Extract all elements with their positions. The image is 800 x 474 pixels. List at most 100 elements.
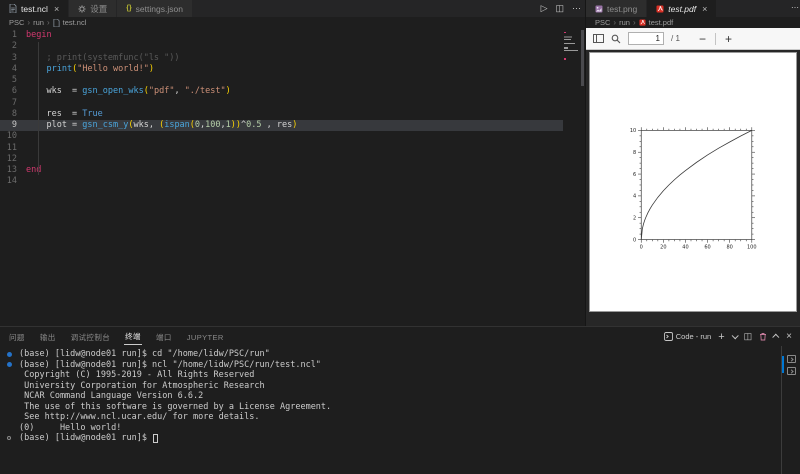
close-panel-icon[interactable]: × <box>786 331 792 342</box>
tab-test-ncl[interactable]: test.ncl × <box>0 0 69 17</box>
code-line[interactable]: 7 <box>0 98 563 109</box>
panel-header: 问题 输出 调试控制台 终端 端口 JUPYTER Code - run + ◫… <box>0 327 800 346</box>
terminal-output-line: (0) Hello world! <box>6 423 781 434</box>
tabbar-right: test.png test.pdf × ⋯ <box>586 0 800 17</box>
editor-group-left: test.ncl × 设置 {} settings.json ▷ ◫ ⋯ <box>0 0 586 326</box>
panel-tab-problems[interactable]: 问题 <box>8 329 26 345</box>
editor-group-right: test.png test.pdf × ⋯ PSC › run › test.p… <box>586 0 800 326</box>
terminal-output-line: Copyright (C) 1995-2019 - All Rights Res… <box>6 370 781 381</box>
panel-tab-jupyter[interactable]: JUPYTER <box>186 330 225 344</box>
terminal-prompt-line: (base) [lidw@node01 run]$ <box>6 433 781 444</box>
command-status-dot <box>7 352 12 357</box>
chevron-down-icon[interactable] <box>731 332 738 339</box>
panel-tab-output[interactable]: 输出 <box>39 329 57 345</box>
page-number-input[interactable] <box>628 32 664 45</box>
editor-scrollbar[interactable] <box>580 28 585 326</box>
json-icon: {} <box>126 5 131 12</box>
bottom-panel: 问题 输出 调试控制台 终端 端口 JUPYTER Code - run + ◫… <box>0 326 800 474</box>
scrollbar-slider[interactable] <box>581 30 584 86</box>
svg-text:2: 2 <box>633 216 636 222</box>
terminal-output[interactable]: (base) [lidw@node01 run]$ cd "/home/lidw… <box>0 346 781 474</box>
tab-label: settings.json <box>136 4 183 14</box>
tab-settings[interactable]: 设置 <box>69 0 117 17</box>
breadcrumb-item[interactable]: run <box>33 18 44 27</box>
svg-text:60: 60 <box>704 245 710 251</box>
editor-actions: ▷ ◫ ⋯ <box>541 0 581 17</box>
pdf-viewer[interactable]: 0204060801000246810 <box>586 50 800 326</box>
ncl-sqrt-plot: 0204060801000246810 <box>590 53 796 311</box>
terminal-selection-bar <box>782 356 784 373</box>
run-icon[interactable]: ▷ <box>541 3 548 14</box>
code-editor[interactable]: 1begin23 ; print(systemfunc("ls "))4 pri… <box>0 28 585 326</box>
more-actions-icon[interactable]: ⋯ <box>572 3 581 14</box>
close-icon[interactable]: × <box>54 4 59 14</box>
panel-tab-debug-console[interactable]: 调试控制台 <box>70 329 112 345</box>
tab-label: test.ncl <box>21 4 48 14</box>
split-editor-icon[interactable]: ◫ <box>555 3 564 14</box>
code-line[interactable]: 9 plot = gsn_csm_y(wks, (ispan(0,100,1))… <box>0 120 563 131</box>
tab-label: test.png <box>607 4 637 14</box>
terminal-output-line: NCAR Command Language Version 6.6.2 <box>6 391 781 402</box>
code-line[interactable]: 13end <box>0 165 563 176</box>
breadcrumb-item[interactable]: PSC <box>9 18 24 27</box>
command-status-dot <box>7 436 11 440</box>
code-line[interactable]: 4 print("Hello world!") <box>0 64 563 75</box>
code-line[interactable]: 12 <box>0 154 563 165</box>
tab-test-png[interactable]: test.png <box>586 0 647 17</box>
file-icon <box>53 19 60 27</box>
code-line[interactable]: 11 <box>0 143 563 154</box>
svg-text:20: 20 <box>660 245 666 251</box>
breadcrumb-separator: › <box>27 18 30 27</box>
code-line[interactable]: 1begin <box>0 30 563 41</box>
code-area[interactable]: 1begin23 ; print(systemfunc("ls "))4 pri… <box>0 28 563 326</box>
terminal-prompt-line: (base) [lidw@node01 run]$ cd "/home/lidw… <box>6 349 781 360</box>
more-actions-icon[interactable]: ⋯ <box>791 3 799 12</box>
code-line[interactable]: 5 <box>0 75 563 86</box>
indent-guide <box>38 42 39 175</box>
code-line[interactable]: 14 <box>0 176 563 187</box>
tab-settings-json[interactable]: {} settings.json <box>117 0 193 17</box>
svg-text:40: 40 <box>682 245 688 251</box>
command-status-dot <box>7 362 12 367</box>
pdf-icon <box>639 19 646 26</box>
zoom-out-button[interactable]: − <box>690 32 715 46</box>
sidebar-toggle-icon[interactable] <box>593 34 604 43</box>
tab-test-pdf[interactable]: test.pdf × <box>647 0 717 17</box>
zoom-in-button[interactable]: + <box>716 32 741 46</box>
tab-label: 设置 <box>90 3 107 15</box>
pdf-toolbar: / 1 − + <box>586 28 800 50</box>
split-terminal-icon[interactable]: ◫ <box>744 331 753 342</box>
breadcrumb-separator: › <box>613 18 616 27</box>
kill-terminal-icon[interactable] <box>759 332 767 341</box>
svg-text:10: 10 <box>630 128 636 134</box>
minimap[interactable] <box>563 30 580 326</box>
code-line[interactable]: 10 <box>0 131 563 142</box>
code-line[interactable]: 6 wks = gsn_open_wks("pdf", "./test") <box>0 86 563 97</box>
image-icon <box>595 5 603 13</box>
breadcrumb-item[interactable]: run <box>619 18 630 27</box>
code-line[interactable]: 8 res = True <box>0 109 563 120</box>
new-terminal-icon[interactable]: + <box>718 331 724 343</box>
zoom-controls: − + <box>690 32 741 46</box>
code-line[interactable]: 3 ; print(systemfunc("ls ")) <box>0 53 563 64</box>
breadcrumb-item[interactable]: test.pdf <box>649 18 674 27</box>
terminal-prompt-line: (base) [lidw@node01 run]$ ncl "/home/lid… <box>6 360 781 371</box>
panel-tab-ports[interactable]: 端口 <box>155 329 173 345</box>
shell-label: Code - run <box>676 332 711 341</box>
breadcrumb-item[interactable]: test.ncl <box>63 18 87 27</box>
panel-tab-terminal[interactable]: 终端 <box>124 328 142 345</box>
terminal-instance-icon[interactable] <box>787 355 796 363</box>
close-icon[interactable]: × <box>702 4 707 14</box>
maximize-panel-icon[interactable] <box>772 334 779 341</box>
breadcrumb-separator: › <box>633 18 636 27</box>
terminal-actions: Code - run + ◫ × <box>664 331 792 343</box>
svg-text:100: 100 <box>747 245 757 251</box>
svg-text:0: 0 <box>633 237 636 243</box>
terminal-instance-icon[interactable] <box>787 367 796 375</box>
search-icon[interactable] <box>611 34 621 44</box>
code-line[interactable]: 2 <box>0 41 563 52</box>
svg-text:4: 4 <box>633 194 636 200</box>
shell-selector[interactable]: Code - run <box>664 332 711 341</box>
terminal-output-line: See http://www.ncl.ucar.edu/ for more de… <box>6 412 781 423</box>
breadcrumb-item[interactable]: PSC <box>595 18 610 27</box>
